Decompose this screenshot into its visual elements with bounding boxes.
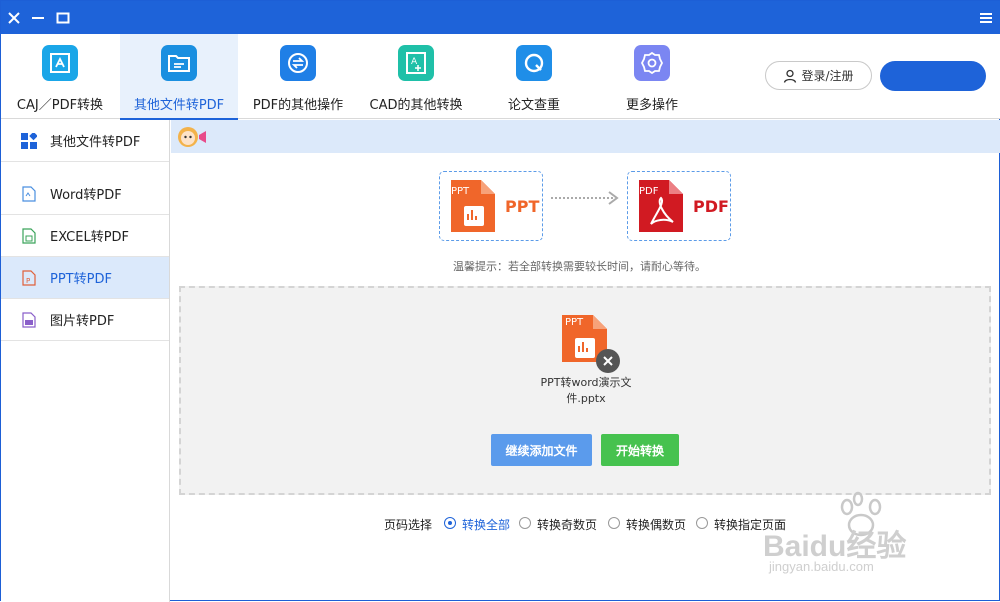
tool-label: CAD的其他转换 <box>369 98 463 113</box>
start-convert-button[interactable]: 开始转换 <box>601 434 679 466</box>
radio-odd-pages[interactable] <box>519 517 531 529</box>
tool-label: PDF的其他操作 <box>252 98 344 113</box>
grid-icon <box>21 132 37 149</box>
sidebar-item-ppt[interactable]: P PPT转PDF <box>1 257 169 299</box>
menu-button[interactable] <box>973 1 999 34</box>
minimize-window-button[interactable] <box>25 1 51 34</box>
title-bar <box>1 1 1000 34</box>
sidebar-item-label: 其他文件转PDF <box>50 135 141 150</box>
radio-all-pages[interactable] <box>444 517 456 529</box>
sidebar: 其他文件转PDF Word转PDF EXCEL转PDF P PPT转PDF 图片… <box>1 120 170 602</box>
remove-file-button[interactable] <box>596 349 620 373</box>
tool-label: CAJ／PDF转换 <box>16 98 104 113</box>
close-icon <box>603 356 613 366</box>
cad-icon: A <box>398 45 434 81</box>
tool-pdf-other-ops[interactable]: PDF的其他操作 <box>239 34 357 119</box>
watermark-url: jingyan.baidu.com <box>769 559 874 574</box>
sidebar-item-other-to-pdf[interactable]: 其他文件转PDF <box>1 120 169 162</box>
option-all-pages-label: 转换全部 <box>462 518 511 532</box>
option-odd-pages-label: 转换奇数页 <box>537 518 598 532</box>
tool-caj-pdf[interactable]: CAJ／PDF转换 <box>1 34 119 119</box>
tool-label: 其他文件转PDF <box>133 98 225 113</box>
notice-banner <box>171 120 1000 153</box>
sidebar-item-image[interactable]: 图片转PDF <box>1 299 169 341</box>
ppt-file-icon: P <box>21 269 37 286</box>
page-select-label: 页码选择 <box>384 518 433 532</box>
tool-cad-convert[interactable]: A CAD的其他转换 <box>357 34 475 119</box>
account-button[interactable] <box>880 61 986 91</box>
source-badge: PPT <box>451 186 470 197</box>
radio-even-pages[interactable] <box>608 517 620 529</box>
option-even-pages-label: 转换偶数页 <box>626 518 687 532</box>
file-name-line1: PPT转word演示文 <box>540 376 632 389</box>
close-window-button[interactable] <box>1 1 27 34</box>
maximize-window-button[interactable] <box>50 1 76 34</box>
sidebar-item-label: 图片转PDF <box>50 314 115 329</box>
minimize-icon <box>32 16 44 19</box>
source-format-label: PPT <box>505 196 540 216</box>
close-icon <box>8 11 20 24</box>
hamburger-menu-icon <box>980 12 992 23</box>
file-badge: PPT <box>565 317 584 328</box>
radio-specific-pages[interactable] <box>696 517 708 529</box>
jpg-file-icon <box>21 311 37 328</box>
user-icon <box>784 69 797 83</box>
sidebar-item-label: Word转PDF <box>50 188 122 203</box>
app-window: CAJ／PDF转换 其他文件转PDF PDF的其他操作 A CAD的其他转换 论… <box>0 0 1000 602</box>
tool-plagiarism-check[interactable]: 论文查重 <box>475 34 593 119</box>
arrow-right-icon <box>551 191 619 205</box>
caj-pdf-icon <box>42 45 78 81</box>
sidebar-item-label: EXCEL转PDF <box>50 230 130 245</box>
maximize-icon <box>56 12 70 23</box>
sidebar-item-excel[interactable]: EXCEL转PDF <box>1 215 169 257</box>
target-format-box: PDF PDF <box>627 171 731 241</box>
baidu-watermark: Baidu经验 jingyan.baidu.com <box>761 491 961 581</box>
tool-label: 论文查重 <box>507 98 560 113</box>
tip-text: 温馨提示：若全部转换需要较长时间，请耐心等待。 <box>453 260 706 273</box>
sidebar-item-word[interactable]: Word转PDF <box>1 173 169 215</box>
login-label: 登录/注册 <box>801 69 854 83</box>
word-file-icon <box>21 185 37 202</box>
tool-label: 更多操作 <box>625 98 678 113</box>
file-name: PPT转word演示文 件.pptx <box>531 375 641 407</box>
gear-icon <box>634 45 670 81</box>
mascot-icon <box>178 127 206 147</box>
tool-other-to-pdf[interactable]: 其他文件转PDF <box>120 34 238 120</box>
tool-more-ops[interactable]: 更多操作 <box>593 34 711 119</box>
excel-file-icon <box>21 227 37 244</box>
source-format-box: PPT PPT <box>439 171 543 241</box>
swap-icon <box>280 45 316 81</box>
svg-text:A: A <box>411 57 418 67</box>
search-q-icon <box>516 45 552 81</box>
login-register-button[interactable]: 登录/注册 <box>765 61 872 90</box>
add-more-files-button[interactable]: 继续添加文件 <box>491 434 592 466</box>
svg-text:P: P <box>26 277 30 285</box>
target-badge: PDF <box>639 186 659 197</box>
sidebar-item-label: PPT转PDF <box>50 272 112 287</box>
file-name-line2: 件.pptx <box>566 392 606 405</box>
folder-icon <box>161 45 197 81</box>
main-toolbar: CAJ／PDF转换 其他文件转PDF PDF的其他操作 A CAD的其他转换 论… <box>1 34 1000 120</box>
target-format-label: PDF <box>693 196 729 216</box>
